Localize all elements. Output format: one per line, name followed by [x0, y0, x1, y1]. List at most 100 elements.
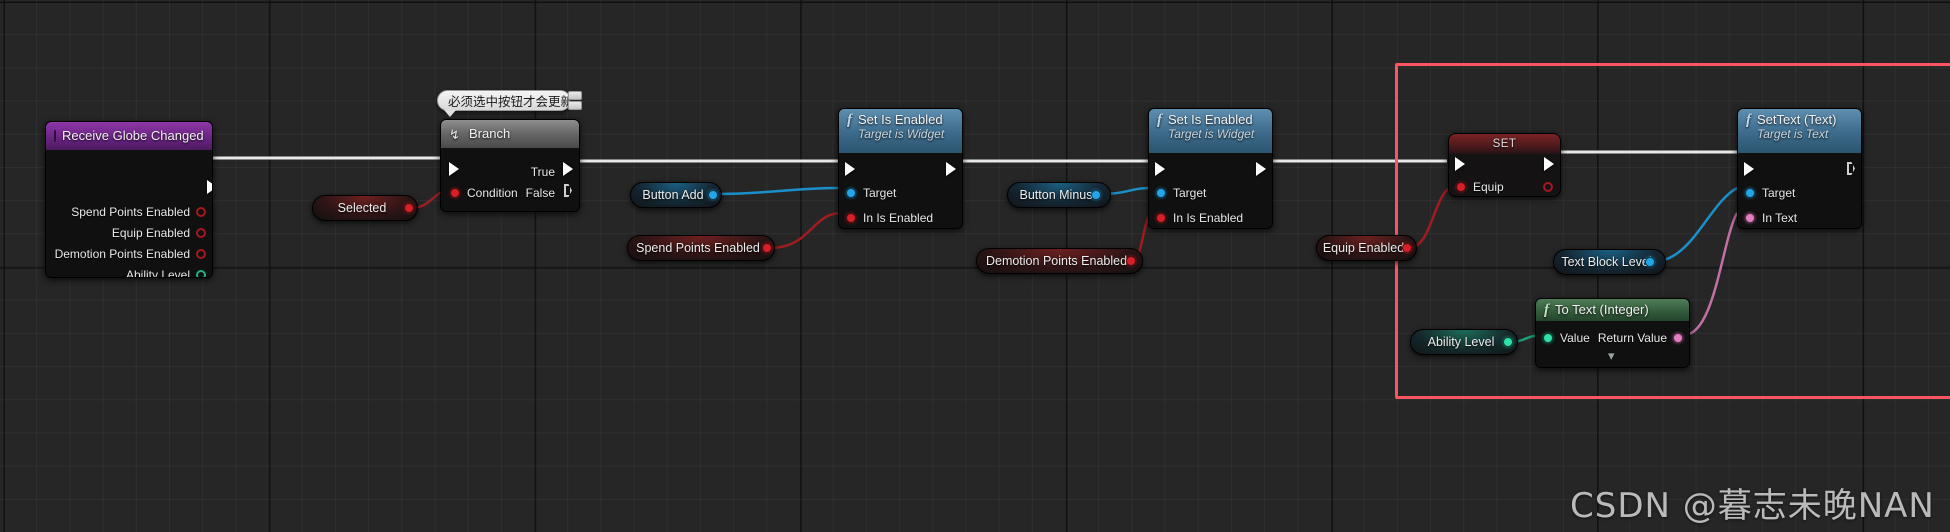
node-ability-level-variable[interactable]: Ability Level [1410, 329, 1518, 355]
bool-output-pin[interactable] [196, 207, 206, 217]
node-branch[interactable]: ↯ Branch True Condition False [440, 119, 580, 212]
text-block-level-output-pin[interactable] [1645, 257, 1655, 267]
node-spend-points-enabled-variable[interactable]: Spend Points Enabled [627, 235, 775, 261]
exec-output-pin[interactable] [1544, 157, 1554, 171]
node-demotion-points-enabled-variable[interactable]: Demotion Points Enabled [976, 248, 1143, 274]
node-header: Receive Globe Changed [46, 122, 212, 150]
comment-bubble[interactable]: 必须选中按钮才会更新 [437, 90, 573, 111]
equip-enabled-output-pin[interactable] [1402, 243, 1412, 253]
pin-row[interactable]: Equip [1473, 177, 1504, 196]
pin-row[interactable]: Target [1762, 183, 1795, 203]
condition-input-pin[interactable] [450, 188, 460, 198]
demotion-points-enabled-output-pin[interactable] [1126, 256, 1136, 266]
pin-label: Target [863, 186, 897, 200]
node-header: f SetText (Text) Target is Text [1738, 109, 1861, 153]
comment-bubble-tail [444, 110, 456, 117]
target-input-pin[interactable] [1156, 188, 1166, 198]
node-subtitle: Target is Text [1757, 127, 1829, 141]
button-minus-output-pin[interactable] [1091, 190, 1101, 200]
exec-output-pin[interactable] [207, 180, 212, 194]
pin-comment-icon [568, 91, 582, 100]
exec-input-pin[interactable] [449, 162, 459, 176]
pin-row[interactable]: False [526, 183, 555, 203]
chevron-down-icon[interactable]: ▾ [1608, 349, 1615, 362]
pin-row[interactable]: Target [863, 183, 896, 203]
node-body: True Condition False [441, 148, 579, 211]
in-is-enabled-input-pin[interactable] [1156, 213, 1166, 223]
node-header: ↯ Branch [441, 120, 579, 148]
event-icon [54, 130, 56, 142]
node-to-text-integer[interactable]: f To Text (Integer) Value Return Value ▾ [1535, 298, 1690, 368]
ability-level-output-pin[interactable] [1503, 337, 1513, 347]
node-selected-variable[interactable]: Selected [312, 195, 418, 221]
exec-input-pin[interactable] [1744, 162, 1754, 176]
pin-label: False [525, 186, 555, 200]
pin-row[interactable]: Condition [467, 183, 518, 203]
bool-output-pin[interactable] [196, 249, 206, 259]
pin-row[interactable]: Equip Enabled [112, 223, 190, 243]
node-set[interactable]: SET Equip [1448, 133, 1561, 197]
pin-row[interactable]: Demotion Points Enabled [55, 244, 190, 264]
node-set-text[interactable]: f SetText (Text) Target is Text Target I… [1737, 108, 1862, 229]
pin-row[interactable]: True [531, 162, 555, 182]
pin-label: Value [1560, 331, 1590, 345]
in-text-input-pin[interactable] [1745, 213, 1755, 223]
pin-row[interactable]: Spend Points Enabled [71, 202, 190, 222]
pin-row[interactable]: In Text [1762, 208, 1797, 228]
variable-label: Selected [337, 201, 387, 215]
pin-row[interactable]: Ability Level [125, 265, 190, 278]
value-input-pin[interactable] [1543, 333, 1553, 343]
exec-output-pin[interactable] [1847, 162, 1855, 175]
pin-label: Demotion Points Enabled [54, 247, 190, 261]
node-receive-globe-changed[interactable]: Receive Globe Changed Spend Points Enabl… [45, 121, 213, 278]
int-output-pin[interactable] [196, 270, 206, 277]
in-is-enabled-input-pin[interactable] [846, 213, 856, 223]
pin-label: Target [1762, 186, 1796, 200]
pin-row[interactable]: Value [1560, 328, 1590, 348]
variable-label: Ability Level [1427, 335, 1495, 349]
pin-label: Spend Points Enabled [71, 205, 190, 219]
comment-bubble-buttons[interactable] [568, 91, 582, 110]
pin-row[interactable]: In Is Enabled [863, 208, 933, 228]
node-header: SET [1449, 134, 1560, 154]
spend-points-enabled-output-pin[interactable] [762, 243, 772, 253]
function-icon: f [847, 112, 852, 128]
comment-options-icon [568, 101, 582, 110]
pin-row[interactable]: Return Value [1598, 328, 1667, 348]
exec-input-pin[interactable] [845, 162, 855, 176]
blueprint-graph-canvas[interactable]: Receive Globe Changed Spend Points Enabl… [0, 0, 1950, 532]
pin-label: In Text [1762, 211, 1798, 225]
exec-output-pin[interactable] [1256, 162, 1266, 176]
node-title: Receive Globe Changed [62, 128, 204, 143]
node-body: Equip [1449, 154, 1560, 196]
pin-label: In Is Enabled [863, 211, 934, 225]
node-title: Branch [469, 126, 511, 141]
target-input-pin[interactable] [1745, 188, 1755, 198]
node-body: Spend Points Enabled Equip Enabled Demot… [46, 150, 212, 277]
exec-output-pin[interactable] [946, 162, 956, 176]
node-set-is-enabled-2[interactable]: f Set Is Enabled Target is Widget Target… [1148, 108, 1273, 229]
equip-output-pin[interactable] [1543, 182, 1553, 192]
equip-input-pin[interactable] [1456, 182, 1466, 192]
pin-row[interactable]: Target [1173, 183, 1206, 203]
node-subtitle: Target is Widget [1168, 127, 1255, 141]
exec-output-true-pin[interactable] [563, 162, 573, 176]
target-input-pin[interactable] [846, 188, 856, 198]
pin-label: Condition [467, 186, 518, 200]
pin-label: Ability Level [125, 268, 190, 278]
node-body: Target In Is Enabled [839, 153, 962, 228]
node-body: Value Return Value ▾ [1536, 321, 1689, 367]
exec-output-false-pin[interactable] [564, 184, 572, 197]
selected-output-pin[interactable] [404, 203, 414, 213]
button-add-output-pin[interactable] [708, 190, 718, 200]
node-set-is-enabled-1[interactable]: f Set Is Enabled Target is Widget Target… [838, 108, 963, 229]
node-title: SET [1492, 138, 1517, 150]
pin-row[interactable]: In Is Enabled [1173, 208, 1243, 228]
branch-icon: ↯ [449, 126, 460, 142]
return-value-output-pin[interactable] [1673, 333, 1683, 343]
node-subtitle: Target is Widget [858, 127, 945, 141]
exec-input-pin[interactable] [1155, 162, 1165, 176]
exec-input-pin[interactable] [1455, 157, 1465, 171]
node-body: Target In Text [1738, 153, 1861, 228]
bool-output-pin[interactable] [196, 228, 206, 238]
